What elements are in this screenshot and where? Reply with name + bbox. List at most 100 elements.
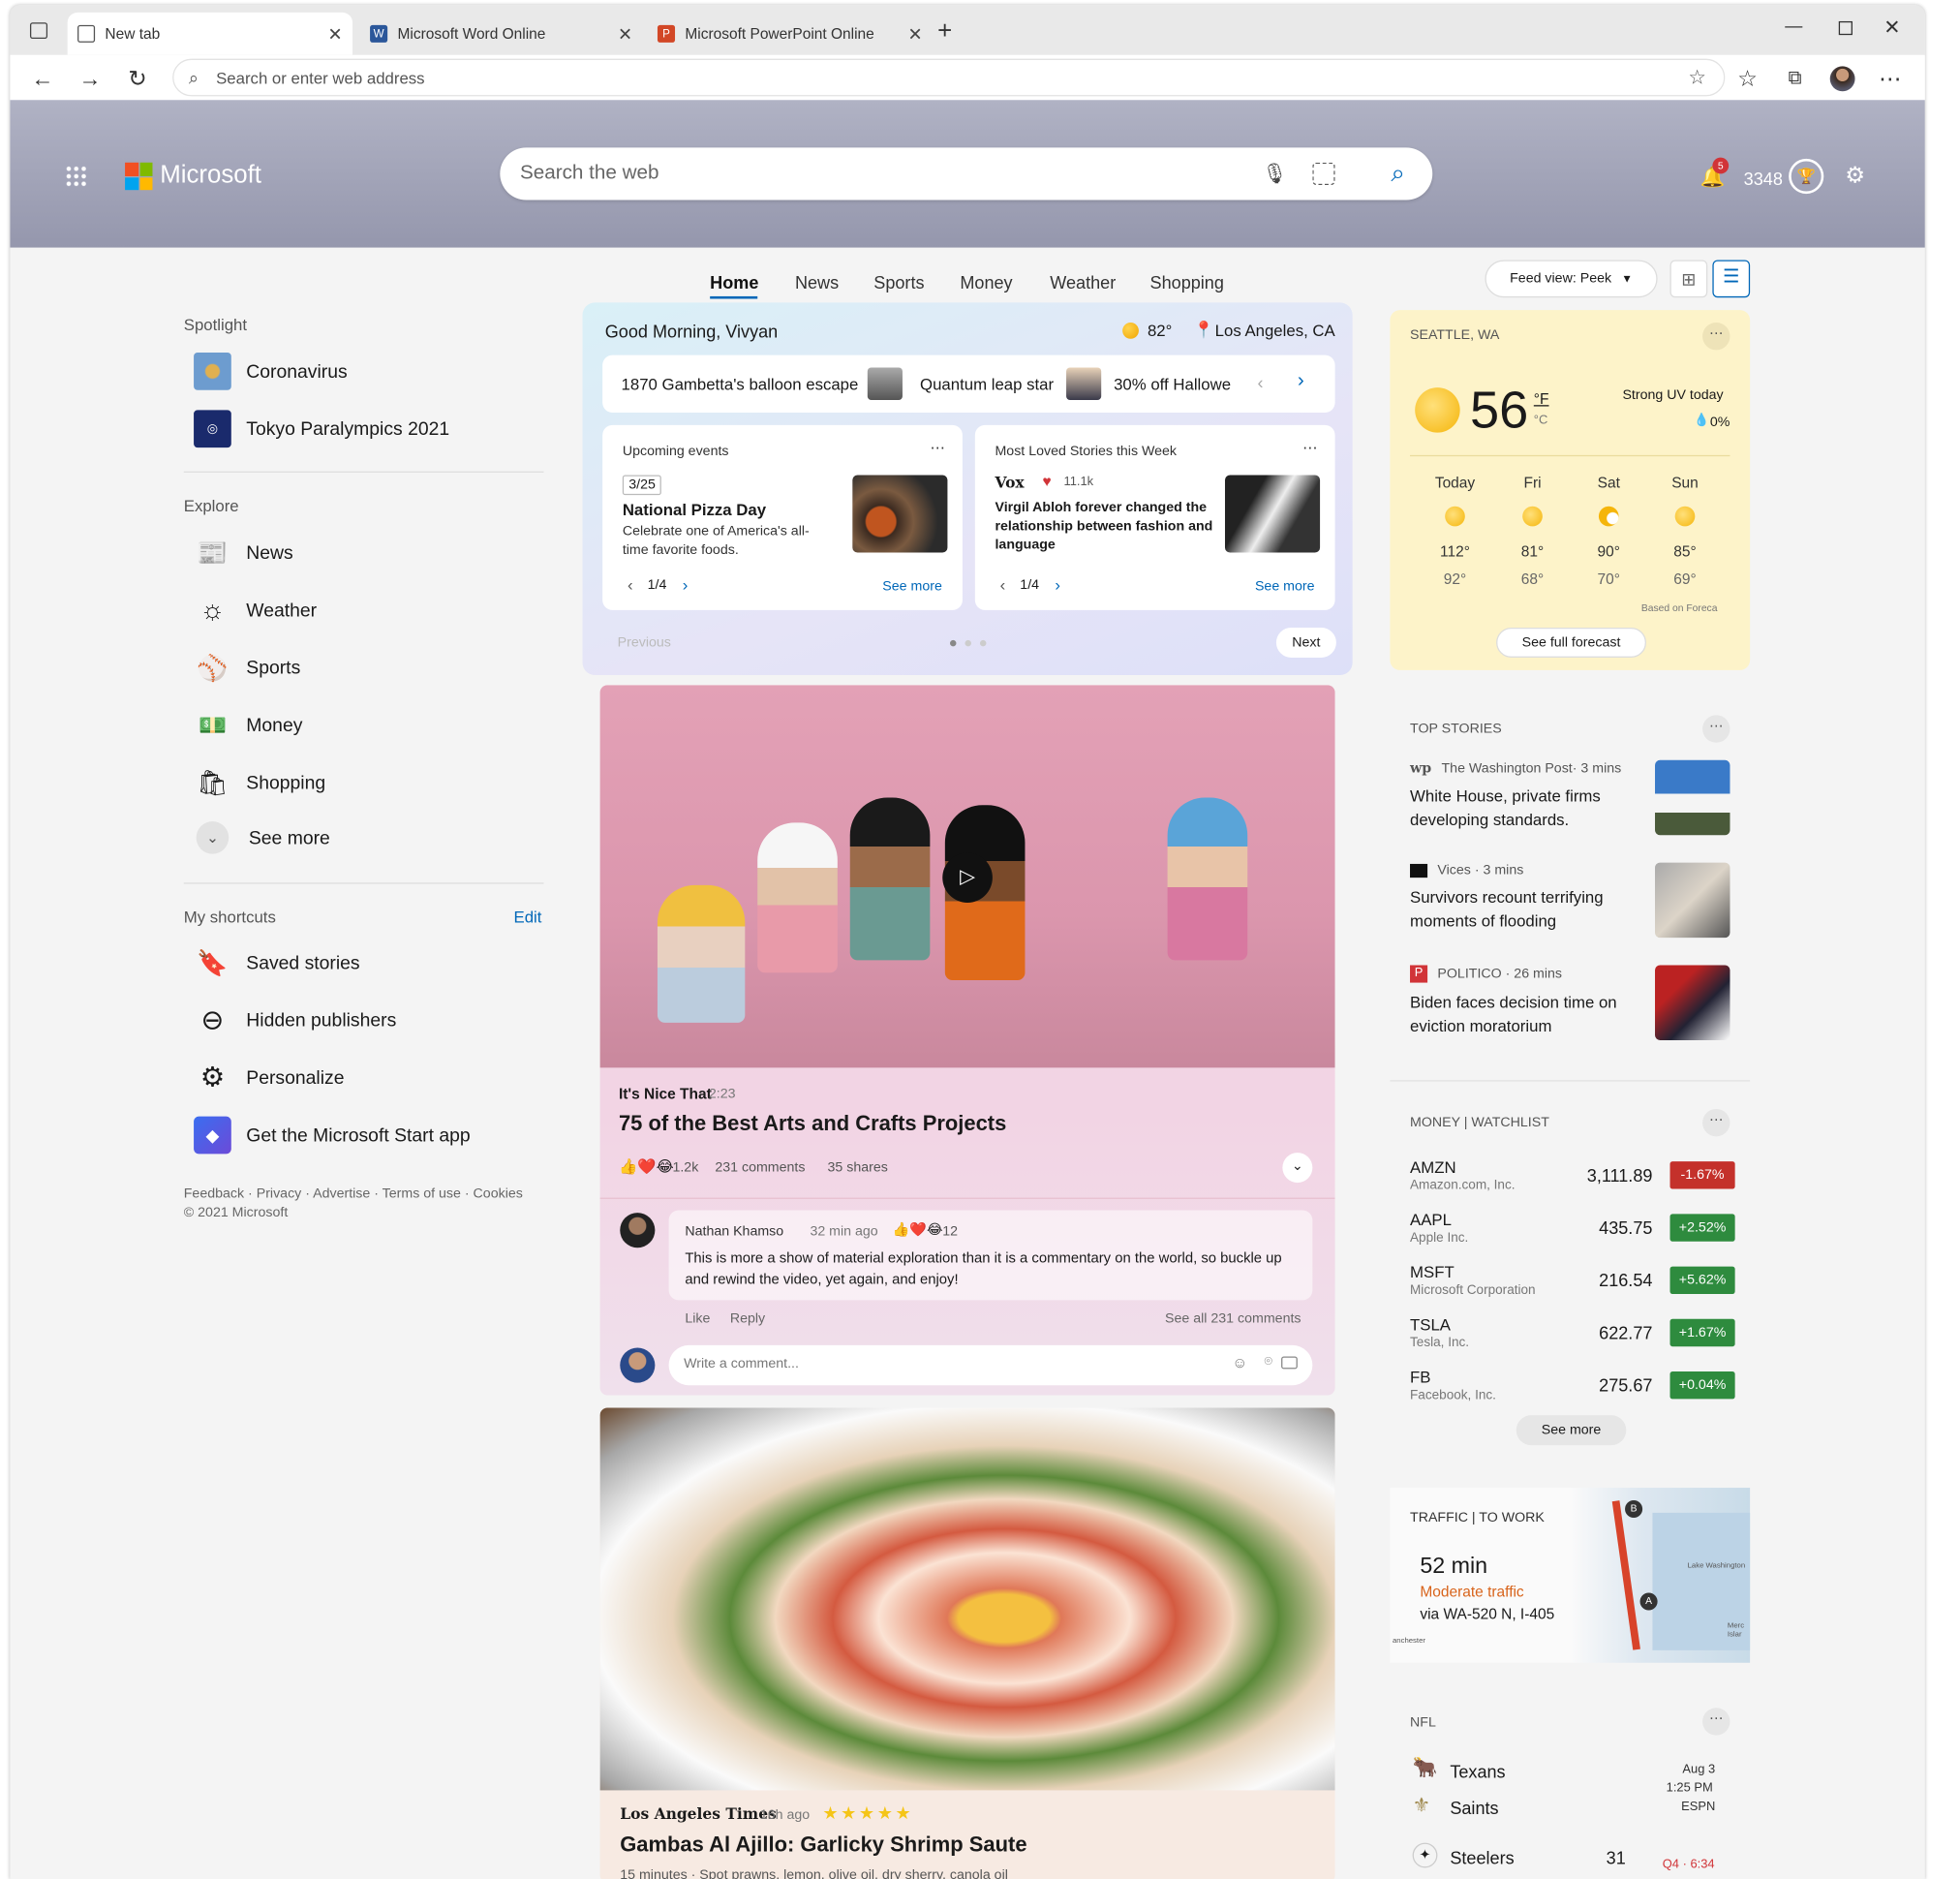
team-name[interactable]: Saints	[1450, 1798, 1498, 1818]
visual-search-icon[interactable]	[1312, 162, 1335, 186]
like-button[interactable]: Like	[685, 1311, 710, 1326]
close-icon[interactable]: ✕	[618, 23, 632, 45]
sidebar-item-see-more[interactable]: ⌄ See more	[194, 821, 330, 854]
close-icon[interactable]: ✕	[328, 23, 343, 45]
sidebar-item-sports[interactable]: ⚾ Sports	[194, 649, 300, 687]
settings-icon[interactable]: ⚙	[1845, 163, 1865, 189]
recipe-card[interactable]: Los Angeles Times 16h ago ★★★★★ Gambas A…	[599, 1407, 1335, 1879]
sidebar-item-coronavirus[interactable]: Coronavirus	[194, 353, 348, 390]
tab-new[interactable]: New tab ✕	[67, 12, 353, 55]
close-window-button[interactable]: ✕	[1883, 15, 1900, 40]
see-all-comments-link[interactable]: See all 231 comments	[1165, 1311, 1301, 1326]
more-icon[interactable]: ⋯	[1702, 715, 1730, 743]
video-card[interactable]: ▷ It's Nice That 2:23 75 of the Best Art…	[599, 685, 1335, 1396]
next-button[interactable]: Next	[1275, 627, 1336, 658]
camera-icon[interactable]: ⌾	[1265, 1354, 1273, 1371]
tab-sports[interactable]: Sports	[873, 272, 924, 293]
sidebar-item-shopping[interactable]: 🛍 Shopping	[194, 764, 325, 802]
forecast-fri[interactable]: Fri 81° 68°	[1501, 474, 1564, 587]
tab-word[interactable]: W Microsoft Word Online ✕	[360, 13, 643, 55]
web-search-box[interactable]: Search the web 🎙 ⌕	[500, 147, 1433, 200]
microphone-icon[interactable]: 🎙	[1262, 162, 1287, 187]
more-icon[interactable]: ⋯	[930, 439, 944, 456]
address-input[interactable]: ⌕ Search or enter web address ☆	[172, 58, 1726, 97]
more-icon[interactable]: ⋯	[1702, 1708, 1730, 1736]
forecast-sat[interactable]: Sat 90° 70°	[1577, 474, 1640, 587]
sidebar-item-hidden-publishers[interactable]: ⊖ Hidden publishers	[194, 1001, 397, 1039]
play-icon[interactable]: ▷	[942, 852, 993, 903]
stock-row[interactable]: AMZN Amazon.com, Inc. 3,111.89 -1.67%	[1410, 1157, 1735, 1208]
app-launcher-icon[interactable]	[65, 165, 88, 188]
forecast-today[interactable]: Today 112° 92°	[1424, 474, 1486, 587]
minimize-button[interactable]: —	[1785, 15, 1802, 35]
unit-fahrenheit[interactable]: °F	[1534, 390, 1549, 408]
more-options-icon[interactable]: ⋯	[1875, 64, 1905, 94]
grid-view-icon[interactable]: ⊞	[1669, 260, 1708, 298]
team-name[interactable]: Steelers	[1450, 1848, 1514, 1868]
back-button[interactable]: ←	[27, 64, 57, 94]
microsoft-logo-icon[interactable]	[125, 162, 153, 191]
comment-input[interactable]: Write a comment... ☺ ⌾	[668, 1344, 1313, 1386]
tab-weather[interactable]: Weather	[1050, 272, 1116, 293]
ticker-item[interactable]: 1870 Gambetta's balloon escape	[622, 375, 859, 393]
recipe-image[interactable]	[599, 1407, 1335, 1791]
sidebar-item-paralympics[interactable]: ◎ Tokyo Paralympics 2021	[194, 410, 449, 448]
comments-count[interactable]: 231 comments	[715, 1160, 805, 1175]
team-name[interactable]: Texans	[1450, 1762, 1505, 1782]
stock-row[interactable]: FB Facebook, Inc. 275.67 +0.04%	[1410, 1368, 1735, 1418]
favorite-add-icon[interactable]: ☆	[1688, 65, 1706, 90]
chevron-left-icon[interactable]: ‹	[628, 575, 633, 594]
unit-celsius[interactable]: °C	[1534, 414, 1548, 427]
tab-home[interactable]: Home	[710, 272, 758, 293]
profile-avatar[interactable]	[1829, 66, 1855, 92]
tab-powerpoint[interactable]: P Microsoft PowerPoint Online ✕	[648, 13, 933, 55]
sidebar-item-saved-stories[interactable]: 🔖 Saved stories	[194, 944, 359, 982]
tab-shopping[interactable]: Shopping	[1150, 272, 1224, 293]
reactions-icon[interactable]: 👍❤️😂	[619, 1157, 674, 1175]
sidebar-item-start-app[interactable]: ◆ Get the Microsoft Start app	[194, 1116, 471, 1155]
shares-count[interactable]: 35 shares	[828, 1160, 888, 1175]
list-view-icon[interactable]: ☰	[1712, 260, 1751, 298]
chevron-left-icon[interactable]: ‹	[1258, 373, 1264, 393]
more-icon[interactable]: ⋯	[1702, 323, 1730, 351]
expand-icon[interactable]: ⌄	[1282, 1153, 1313, 1184]
events-see-more-link[interactable]: See more	[882, 579, 942, 594]
loved-see-more-link[interactable]: See more	[1255, 579, 1315, 594]
previous-button[interactable]: Previous	[618, 635, 671, 650]
feed-view-dropdown[interactable]: Feed view: Peek ▼	[1485, 260, 1658, 298]
stock-row[interactable]: MSFT Microsoft Corporation 216.54 +5.62%	[1410, 1263, 1735, 1313]
emoji-icon[interactable]: ☺	[1232, 1354, 1247, 1371]
forecast-sun[interactable]: Sun 85° 69°	[1654, 474, 1717, 587]
close-icon[interactable]: ✕	[907, 23, 922, 45]
tab-money[interactable]: Money	[960, 272, 1012, 293]
chevron-right-icon[interactable]: ›	[683, 575, 689, 594]
ticker-item[interactable]: Quantum leap star	[920, 375, 1054, 393]
maximize-button[interactable]	[1838, 20, 1853, 36]
tab-actions-icon[interactable]	[29, 22, 48, 40]
gif-icon[interactable]	[1281, 1356, 1298, 1370]
sidebar-item-personalize[interactable]: ⚙ Personalize	[194, 1059, 345, 1096]
story-item[interactable]: wp The Washington Post· 3 mins White Hous…	[1410, 760, 1635, 832]
chevron-left-icon[interactable]: ‹	[1000, 575, 1006, 594]
new-tab-button[interactable]: +	[937, 17, 952, 46]
video-title[interactable]: 75 of the Best Arts and Crafts Projects	[619, 1112, 1006, 1137]
comment-author[interactable]: Nathan Khamso	[685, 1224, 783, 1239]
edit-shortcuts-link[interactable]: Edit	[514, 908, 542, 926]
refresh-button[interactable]: ↻	[122, 64, 152, 94]
sidebar-item-news[interactable]: 📰 News	[194, 534, 292, 571]
story-item[interactable]: Vices · 3 mins Survivors recount terrify…	[1410, 863, 1635, 933]
video-thumbnail[interactable]: ▷	[599, 685, 1335, 1068]
footer-links[interactable]: Feedback · Privacy · Advertise · Terms o…	[184, 1186, 523, 1201]
stock-row[interactable]: AAPL Apple Inc. 435.75 +2.52%	[1410, 1210, 1735, 1260]
stock-row[interactable]: TSLA Tesla, Inc. 622.77 +1.67%	[1410, 1315, 1735, 1366]
rewards-icon[interactable]: 🏆	[1789, 158, 1824, 195]
favorites-icon[interactable]: ☆	[1732, 64, 1762, 94]
chevron-right-icon[interactable]: ›	[1055, 575, 1060, 594]
watchlist-see-more-button[interactable]: See more	[1516, 1415, 1627, 1446]
sidebar-item-weather[interactable]: ☼ Weather	[194, 592, 317, 630]
tab-news[interactable]: News	[795, 272, 839, 293]
more-icon[interactable]: ⋯	[1702, 1108, 1730, 1137]
recipe-title[interactable]: Gambas Al Ajillo: Garlicky Shrimp Saute	[620, 1833, 1026, 1858]
rewards-points[interactable]: 3348	[1744, 169, 1783, 189]
sidebar-item-money[interactable]: 💵 Money	[194, 706, 302, 744]
